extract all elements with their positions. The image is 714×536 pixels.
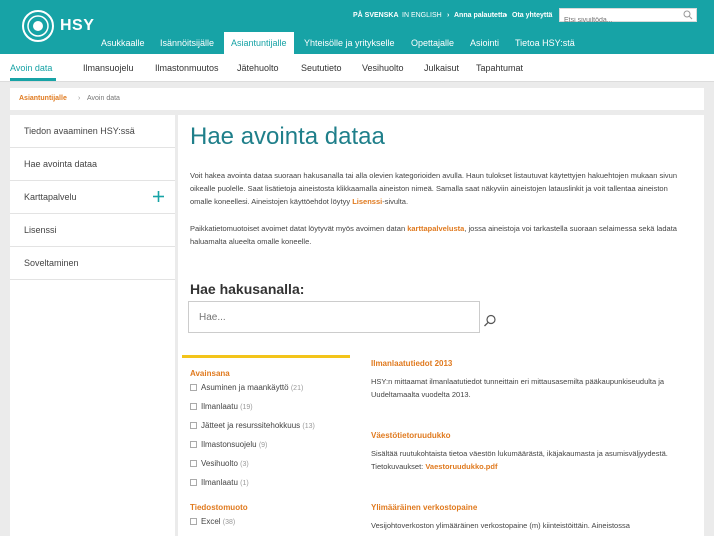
chevron-right-icon: › — [447, 12, 450, 19]
hsy-logo[interactable]: HSY — [20, 8, 94, 44]
keyword-search-input[interactable] — [199, 303, 479, 331]
facet-label: Asuminen ja maankäyttö — [201, 383, 289, 392]
subnav-julkaisut[interactable]: Julkaisut — [424, 63, 459, 73]
nav-isannoitsijalle[interactable]: Isännöitsijälle — [160, 32, 214, 54]
subnav-ilmansuojelu[interactable]: Ilmansuojelu — [83, 63, 134, 73]
result-title[interactable]: Ylimääräinen verkostopaine — [371, 503, 477, 512]
link-vaestoruudukko-pdf[interactable]: Vaestoruudukko.pdf — [425, 462, 497, 471]
facet-count: (9) — [258, 442, 268, 449]
search-icon[interactable] — [483, 314, 497, 328]
facet-label: Ilmastonsuojelu — [201, 440, 257, 449]
checkbox[interactable] — [190, 460, 197, 467]
result-description: HSY:n mittaamat ilmanlaatutiedot tunneit… — [371, 377, 665, 399]
facet-count: (21) — [290, 385, 304, 392]
keyword-search-box — [188, 301, 480, 333]
nav-asiointi[interactable]: Asiointi — [470, 32, 499, 54]
result-text: Sisältää ruutukohtaista tietoa väestön l… — [371, 449, 668, 471]
subnav-seututieto[interactable]: Seututieto — [301, 63, 342, 73]
subnav-tapahtumat[interactable]: Tapahtumat — [476, 63, 523, 73]
facet-option[interactable]: Ilmastonsuojelu (9) — [190, 439, 267, 451]
checkbox[interactable] — [190, 441, 197, 448]
link-lisenssi[interactable]: Lisenssi — [352, 197, 382, 206]
main-content: Hae avointa dataa Voit hakea avointa dat… — [178, 115, 704, 536]
facet-option[interactable]: Jätteet ja resurssitehokkuus (13) — [190, 420, 315, 432]
link-feedback[interactable]: Anna palautetta — [454, 9, 507, 23]
site-search — [559, 8, 697, 27]
sidebar-item-label: Lisenssi — [24, 225, 57, 235]
result-description: Sisältää ruutukohtaista tietoa väestön l… — [371, 447, 696, 473]
sidebar-item-karttapalvelu[interactable]: Karttapalvelu — [10, 181, 175, 214]
sidebar-item-label: Karttapalvelu — [24, 192, 77, 202]
checkbox[interactable] — [190, 479, 197, 486]
sidebar-item-label: Tiedon avaaminen HSY:ssä — [24, 126, 135, 136]
facet-heading-avainsana: Avainsana — [190, 369, 230, 378]
checkbox[interactable] — [190, 518, 197, 525]
facet-option[interactable]: Asuminen ja maankäyttö (21) — [190, 382, 303, 394]
facet-option[interactable]: Ilmanlaatu (1) — [190, 477, 249, 489]
result-title[interactable]: Ilmanlaatutiedot 2013 — [371, 359, 452, 368]
facet-heading-tiedostomuoto: Tiedostomuoto — [190, 503, 248, 512]
link-contact[interactable]: Ota yhteyttä — [512, 9, 552, 23]
result-description: Vesijohtoverkoston ylimääräinen verkosto… — [371, 521, 630, 530]
search-icon[interactable] — [683, 10, 693, 20]
page-title: Hae avointa dataa — [190, 123, 385, 150]
sidebar-item-hae-avointa-dataa[interactable]: Hae avointa dataa — [10, 148, 175, 181]
hsy-logo-icon — [22, 10, 54, 42]
subnav-vesihuolto[interactable]: Vesihuolto — [362, 63, 404, 73]
facet-count: (1) — [240, 480, 249, 487]
facet-accent-bar — [182, 355, 350, 358]
subnav-avoin-data[interactable]: Avoin data — [10, 63, 52, 73]
link-english[interactable]: IN ENGLISH — [402, 9, 442, 23]
checkbox[interactable] — [190, 384, 197, 391]
link-swedish[interactable]: PÅ SVENSKA — [353, 9, 399, 23]
sidebar-item-lisenssi[interactable]: Lisenssi — [10, 214, 175, 247]
sidebar-item-label: Soveltaminen — [24, 258, 79, 268]
nav-opettajalle[interactable]: Opettajalle — [411, 32, 454, 54]
sidebar-item-label: Hae avointa dataa — [24, 159, 98, 169]
intro-text-end: -sivulta. — [382, 197, 409, 206]
sidebar-item-tiedon-avaaminen[interactable]: Tiedon avaaminen HSY:ssä — [10, 115, 175, 148]
facet-count: (3) — [240, 461, 249, 468]
checkbox[interactable] — [190, 403, 197, 410]
breadcrumb: Asiantuntijalle › Avoin data — [10, 88, 704, 110]
chevron-right-icon: › — [505, 12, 508, 19]
facet-option[interactable]: Ilmanlaatu (19) — [190, 401, 253, 413]
facet-label: Ilmanlaatu — [201, 478, 238, 487]
facet-label: Excel — [201, 517, 221, 526]
link-karttapalvelu[interactable]: karttapalvelusta — [407, 224, 464, 233]
plus-icon[interactable] — [152, 190, 165, 203]
intro-2-text: Paikkatietomuotoiset avoimet datat löyty… — [190, 224, 408, 233]
nav-yhteisolle[interactable]: Yhteisölle ja yritykselle — [304, 32, 395, 54]
facet-count: (19) — [240, 404, 253, 411]
active-tab-indicator — [10, 78, 56, 81]
facet-count: (38) — [222, 519, 236, 526]
search-heading: Hae hakusanalla: — [190, 281, 305, 297]
breadcrumb-parent[interactable]: Asiantuntijalle — [19, 95, 67, 102]
checkbox[interactable] — [190, 422, 197, 429]
facet-option[interactable]: Vesihuolto (3) — [190, 458, 249, 470]
nav-asiantuntijalle[interactable]: Asiantuntijalle — [224, 32, 294, 54]
intro-paragraph: Voit hakea avointa dataa suoraan hakusan… — [190, 169, 690, 208]
sub-nav: Avoin data Ilmansuojelu Ilmastonmuutos J… — [0, 54, 714, 82]
breadcrumb-separator: › — [78, 95, 81, 102]
nav-tietoa-hsy[interactable]: Tietoa HSY:stä — [515, 32, 575, 54]
facet-panel: Avainsana Asuminen ja maankäyttö (21) Il… — [182, 355, 350, 536]
subnav-ilmastonmuutos[interactable]: Ilmastonmuutos — [155, 63, 219, 73]
header-bar: HSY PÅ SVENSKA IN ENGLISH › Anna palaute… — [0, 0, 714, 54]
site-search-input[interactable] — [560, 14, 678, 27]
intro-paragraph-2: Paikkatietomuotoiset avoimet datat löyty… — [190, 222, 690, 248]
breadcrumb-current: Avoin data — [87, 95, 120, 102]
sidebar: Tiedon avaaminen HSY:ssä Hae avointa dat… — [10, 115, 175, 536]
facet-option[interactable]: Excel (38) — [190, 516, 235, 528]
result-title[interactable]: Väestötietoruudukko — [371, 431, 451, 440]
facet-label: Ilmanlaatu — [201, 402, 238, 411]
facet-count: (13) — [302, 423, 315, 430]
intro-text: Voit hakea avointa dataa suoraan hakusan… — [190, 171, 677, 206]
sidebar-item-soveltaminen[interactable]: Soveltaminen — [10, 247, 175, 280]
subnav-jatehuolto[interactable]: Jätehuolto — [237, 63, 279, 73]
logo-text: HSY — [60, 17, 95, 34]
facet-label: Vesihuolto — [201, 459, 238, 468]
facet-label: Jätteet ja resurssitehokkuus — [201, 421, 301, 430]
nav-asukkaalle[interactable]: Asukkaalle — [101, 32, 145, 54]
